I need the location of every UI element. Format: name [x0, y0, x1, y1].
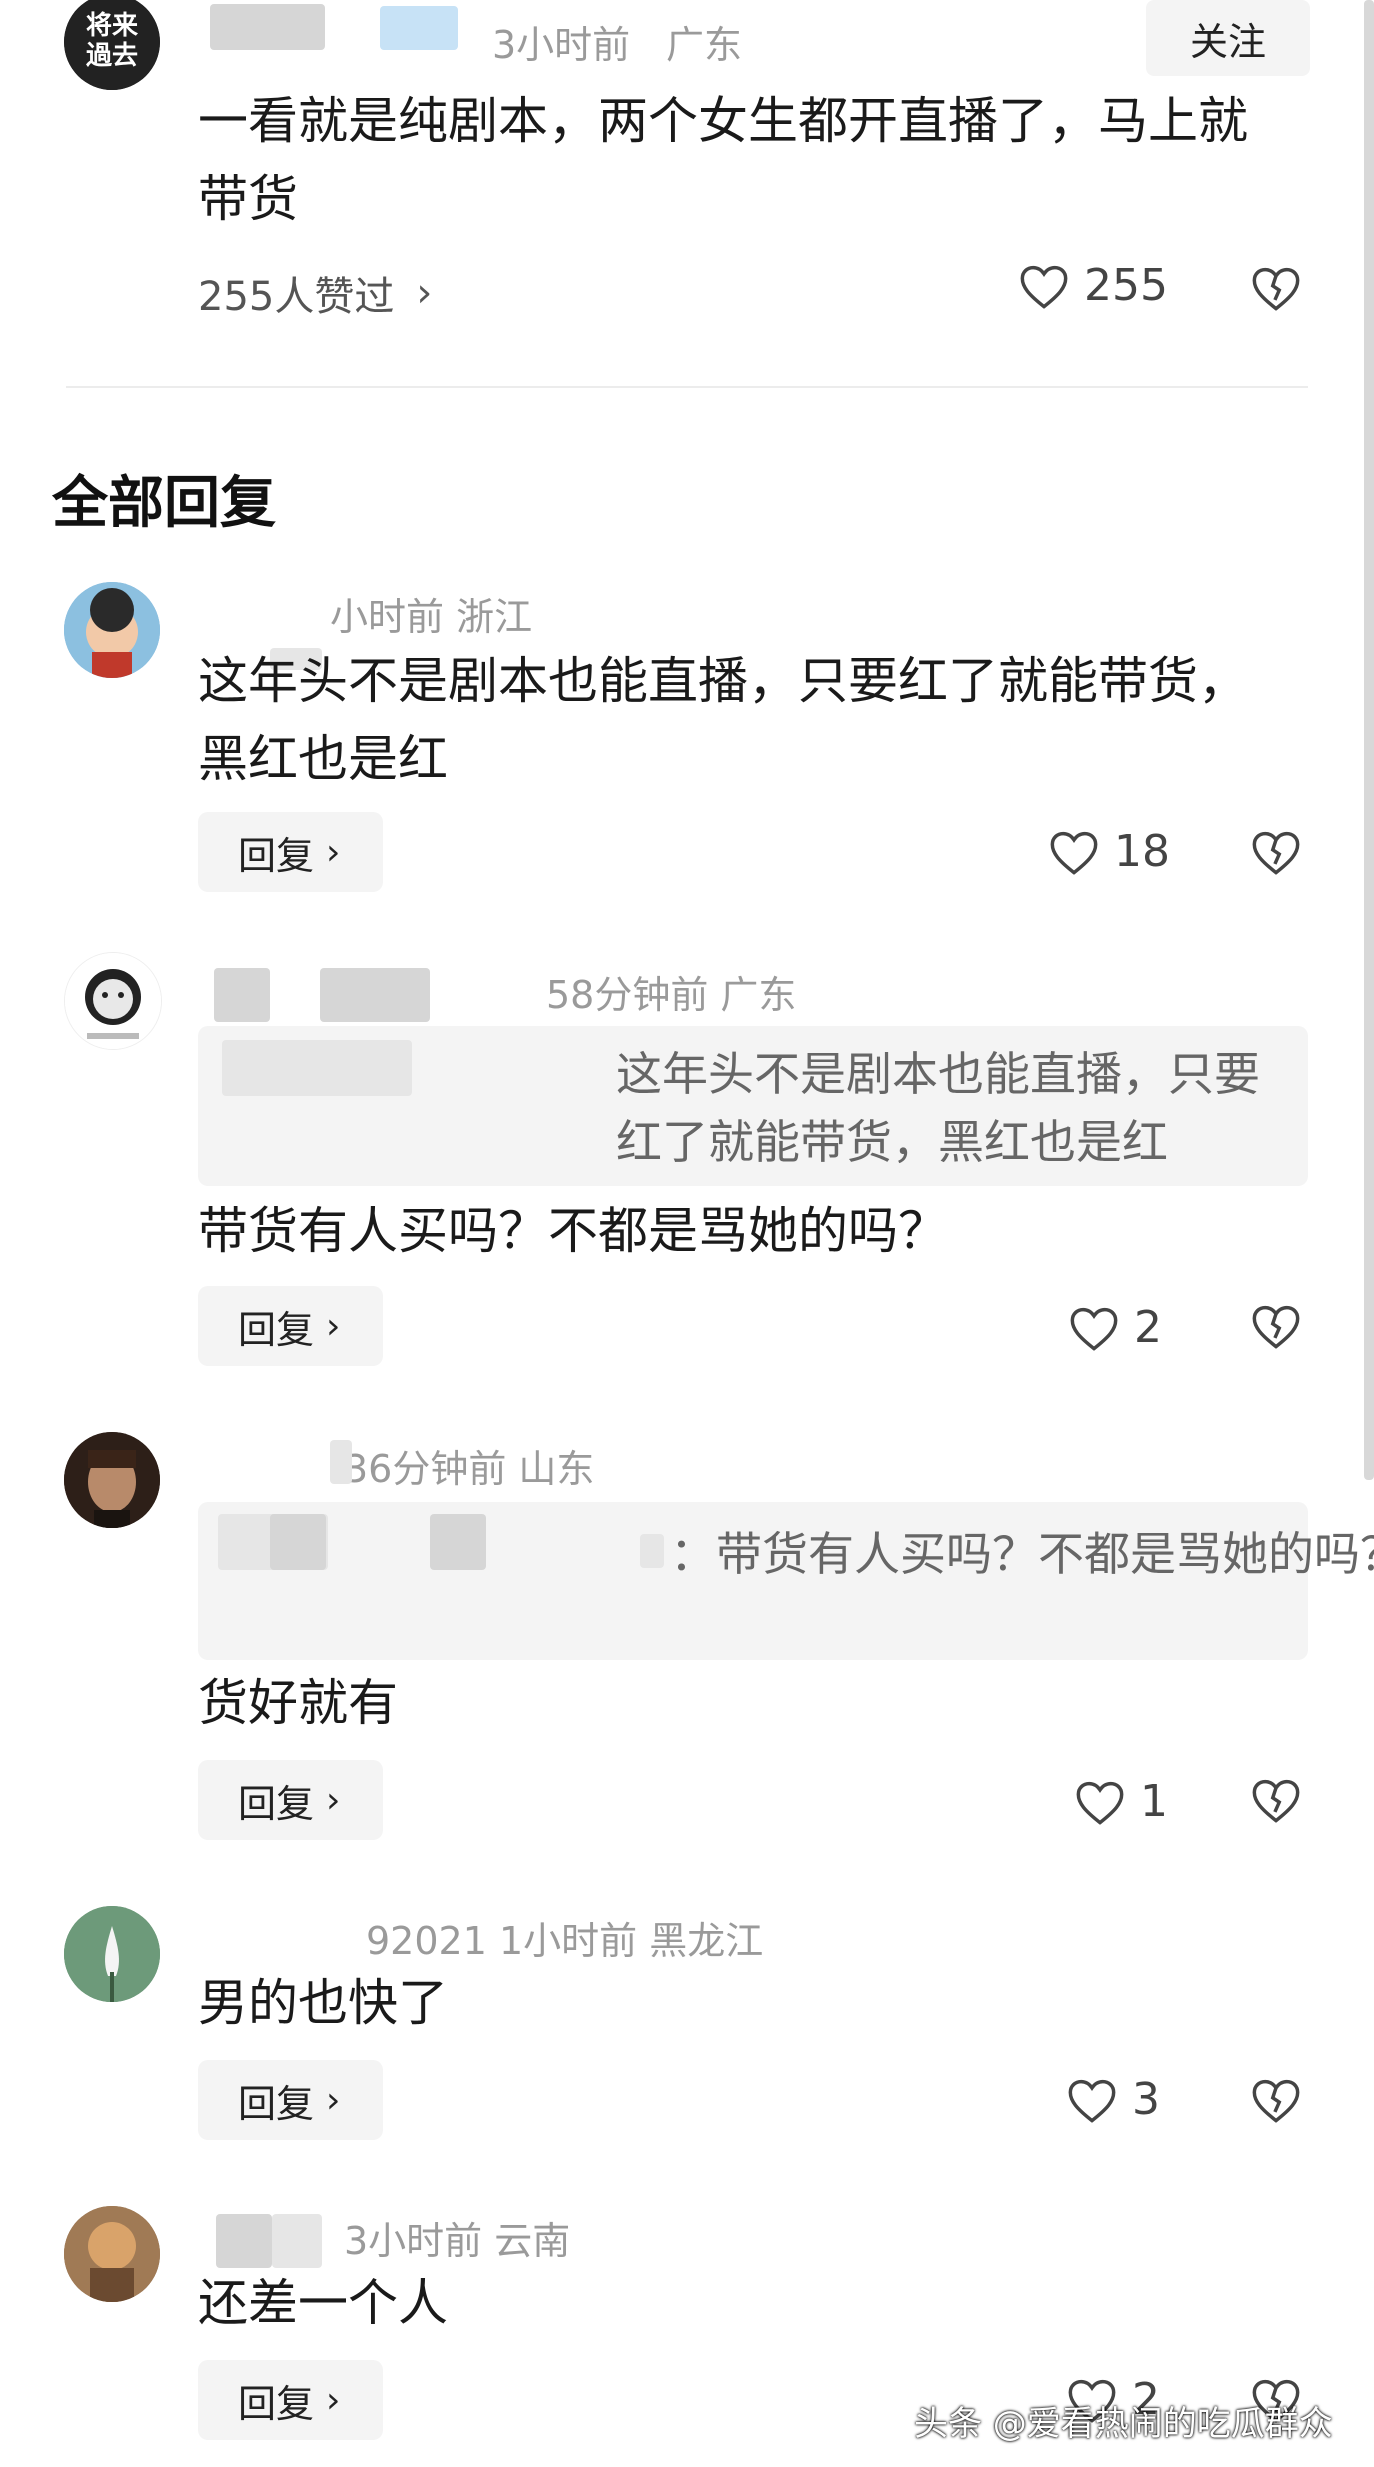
- reply-label: 回复: [238, 833, 315, 878]
- avatar-image: [65, 953, 161, 1049]
- reply-label: 回复: [238, 1781, 315, 1826]
- username-redacted: [216, 2214, 272, 2268]
- reply-button[interactable]: 回复 ›: [198, 812, 383, 892]
- reply-button[interactable]: 回复 ›: [198, 2060, 383, 2140]
- quoted-user-redacted: [270, 1514, 326, 1570]
- like-button[interactable]: 3: [1066, 2074, 1160, 2125]
- quoted-user-redacted: [430, 1514, 486, 1570]
- like-button[interactable]: 18: [1048, 826, 1170, 877]
- watermark: 头条 @爱看热闹的吃瓜群众: [914, 2396, 1333, 2445]
- divider: [66, 386, 1308, 388]
- quoted-text: ：带货有人买吗？不都是骂她的吗？: [670, 1527, 1374, 1581]
- heart-icon: [1020, 265, 1068, 309]
- chevron-right-icon: ›: [326, 831, 341, 873]
- reply-meta: 92021 1小时前 黑龙江: [366, 1919, 764, 1963]
- heart-icon: [1050, 831, 1098, 875]
- reply-content: 男的也快了: [198, 1974, 448, 2032]
- reply-button[interactable]: 回复 ›: [198, 1286, 383, 1366]
- reply-content: 带货有人买吗？不都是骂她的吗？: [198, 1202, 948, 1260]
- reply-meta: 3小时前 云南: [344, 2219, 571, 2263]
- watermark-text: 头条 @爱看热闹的吃瓜群众: [914, 2404, 1333, 2444]
- quoted-text: 这年头不是剧本也能直播，只要红了就能带货，黑红也是红: [616, 1047, 1260, 1169]
- quoted-text-line1: ：带货有人买吗？不都是骂她的吗？: [670, 1518, 1374, 1584]
- dislike-button[interactable]: [1250, 1776, 1302, 1828]
- chevron-right-icon: ›: [326, 2079, 341, 2121]
- follow-button[interactable]: 关注: [1146, 0, 1310, 76]
- avatar[interactable]: [64, 1906, 160, 2002]
- reply-label: 回复: [238, 1307, 315, 1352]
- follow-label: 关注: [1189, 19, 1266, 64]
- broken-heart-icon: [1252, 1779, 1300, 1823]
- like-count: 2: [1134, 1302, 1162, 1353]
- like-count: 255: [1084, 260, 1168, 311]
- comment-time: 3小时前: [492, 23, 631, 67]
- broken-heart-icon: [1252, 1305, 1300, 1349]
- username-redacted: [272, 2214, 322, 2268]
- reply-label: 回复: [238, 2081, 315, 2126]
- dislike-button[interactable]: [1250, 264, 1302, 316]
- svg-text:将来: 将来: [86, 11, 139, 41]
- broken-heart-icon: [1252, 831, 1300, 875]
- heart-icon: [1070, 1307, 1118, 1351]
- username-redacted: [214, 968, 270, 1022]
- section-title: 全部回复: [52, 471, 276, 536]
- quoted-user-redacted: [222, 1040, 412, 1096]
- reply-content: 货好就有: [198, 1674, 398, 1732]
- like-count: 18: [1114, 826, 1170, 877]
- reply-meta: 小时前 浙江: [330, 595, 533, 639]
- avatar[interactable]: [64, 952, 162, 1050]
- like-button[interactable]: 1: [1074, 1776, 1168, 1827]
- avatar[interactable]: [64, 582, 160, 678]
- avatar[interactable]: [64, 2206, 160, 2302]
- reply-meta: 58分钟前 广东: [546, 973, 797, 1017]
- avatar-image: [64, 1906, 160, 2002]
- comment-content: 一看就是纯剧本，两个女生都开直播了，马上就带货: [198, 92, 1248, 228]
- badge-redacted: [380, 6, 458, 50]
- reply-content: 还差一个人: [198, 2274, 448, 2332]
- avatar[interactable]: 将来 過去: [64, 0, 160, 90]
- dislike-button[interactable]: [1250, 828, 1302, 880]
- broken-heart-icon: [1252, 2079, 1300, 2123]
- dislike-button[interactable]: [1250, 1302, 1302, 1354]
- heart-icon: [1076, 1781, 1124, 1825]
- quoted-user-redacted: [640, 1534, 664, 1568]
- chevron-right-icon: ›: [326, 1305, 341, 1347]
- reply-label: 回复: [238, 2381, 315, 2426]
- broken-heart-icon: [1252, 267, 1300, 311]
- avatar-image: [64, 1432, 160, 1528]
- heart-icon: [1068, 2079, 1116, 2123]
- reply-button[interactable]: 回复 ›: [198, 1760, 383, 1840]
- like-count: 1: [1140, 1776, 1168, 1827]
- liked-by-label: 255人赞过: [198, 274, 395, 320]
- dislike-button[interactable]: [1250, 2076, 1302, 2128]
- svg-text:過去: 過去: [86, 41, 138, 71]
- like-count: 3: [1132, 2074, 1160, 2125]
- avatar-image: [64, 2206, 160, 2302]
- chevron-right-icon: ›: [416, 270, 433, 316]
- username-redacted: [320, 968, 430, 1022]
- avatar[interactable]: [64, 1432, 160, 1528]
- username-redacted: [330, 1440, 352, 1484]
- like-button[interactable]: 2: [1068, 1302, 1162, 1353]
- chevron-right-icon: ›: [326, 1779, 341, 1821]
- comment-region: 广东: [666, 23, 743, 67]
- chevron-right-icon: ›: [326, 2379, 341, 2421]
- scrollbar[interactable]: [1364, 0, 1374, 1480]
- reply-content: 这年头不是剧本也能直播，只要红了就能带货，黑红也是红: [198, 652, 1248, 788]
- like-button[interactable]: 255: [1018, 260, 1168, 311]
- username-redacted: [210, 4, 325, 50]
- reply-meta: 36分钟前 山东: [344, 1447, 595, 1491]
- reply-button[interactable]: 回复 ›: [198, 2360, 383, 2440]
- liked-by-link[interactable]: 255人赞过 ›: [198, 264, 432, 322]
- avatar-image: [64, 582, 160, 678]
- avatar-image: 将来 過去: [64, 0, 160, 90]
